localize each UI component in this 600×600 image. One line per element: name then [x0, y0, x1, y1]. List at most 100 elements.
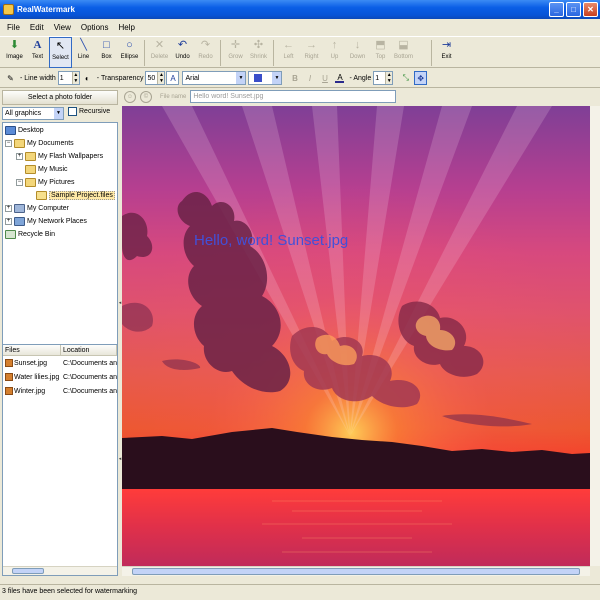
arrow-up-icon: ↑: [331, 39, 338, 51]
close-button[interactable]: ✕: [583, 2, 598, 17]
text-a-icon: A: [33, 39, 42, 51]
line-button[interactable]: ╲ Line: [72, 37, 95, 68]
expand-icon[interactable]: +: [5, 204, 12, 212]
insert-filename-icon[interactable]: ☺: [124, 90, 136, 103]
box-button[interactable]: □ Box: [95, 37, 118, 68]
expand-icon[interactable]: +: [16, 152, 23, 160]
delete-x-icon: ✕: [154, 39, 165, 51]
file-row[interactable]: Water lilies.jpg C:\Documents and: [3, 370, 117, 384]
maximize-button[interactable]: □: [566, 2, 581, 17]
italic-button[interactable]: I: [303, 71, 316, 85]
bring-top-icon: ⬒: [375, 39, 386, 51]
underline-button[interactable]: U: [318, 71, 331, 85]
toolbar-separator: [220, 40, 221, 66]
spinner-arrows-icon[interactable]: ▲ ▼: [71, 72, 79, 84]
network-icon: [14, 216, 25, 226]
menu-options[interactable]: Options: [76, 23, 114, 32]
watermark-text-bar: ☺ © File name: [122, 88, 600, 105]
preview-horizontal-scrollbar[interactable]: [122, 566, 590, 576]
font-color-button[interactable]: A: [333, 71, 346, 85]
scrollbar-thumb[interactable]: [12, 568, 44, 574]
menu-view[interactable]: View: [49, 23, 76, 32]
menu-bar: File Edit View Options Help: [0, 19, 600, 36]
angle-label: - Angle: [349, 74, 372, 82]
actual-size-button[interactable]: ✥: [414, 71, 428, 85]
font-color-swatch: [335, 80, 345, 83]
image-button[interactable]: ⬇ Image: [3, 37, 26, 68]
file-filter-select[interactable]: All graphics ▼: [2, 107, 64, 120]
top-button[interactable]: ⬒ Top: [369, 37, 392, 68]
font-size-select[interactable]: ▼: [248, 71, 283, 85]
menu-edit[interactable]: Edit: [25, 23, 49, 32]
tree-item-sample-project[interactable]: Sample Project.files: [36, 189, 115, 201]
transparency-spinner[interactable]: 50 ▲ ▼: [145, 71, 166, 85]
photo-preview[interactable]: Hello, word! Sunset.jpg: [122, 106, 590, 566]
spinner-arrows-icon[interactable]: ▲ ▼: [385, 72, 393, 84]
preview-vertical-scrollbar[interactable]: [590, 106, 600, 566]
fit-window-button[interactable]: ⤡: [399, 71, 412, 85]
chevron-down-icon[interactable]: ▼: [236, 72, 246, 84]
right-button[interactable]: → Right: [300, 37, 323, 68]
collapse-icon[interactable]: −: [16, 178, 23, 186]
tree-item-flash-wallpapers[interactable]: + My Flash Wallpapers: [16, 150, 103, 162]
pictures-folder-icon: [25, 177, 36, 187]
spinner-arrows-icon[interactable]: ▲ ▼: [157, 72, 165, 84]
music-folder-icon: [25, 164, 36, 174]
left-button[interactable]: ← Left: [277, 37, 300, 68]
ellipse-button[interactable]: ○ Ellipse: [118, 37, 141, 68]
watermark-text[interactable]: Hello, word! Sunset.jpg: [194, 232, 348, 249]
collapse-icon[interactable]: −: [5, 139, 12, 147]
line-width-spinner[interactable]: 1 ▲ ▼: [57, 71, 80, 85]
minimize-button[interactable]: _: [549, 2, 564, 17]
text-button[interactable]: A Text: [26, 37, 49, 68]
file-row[interactable]: Sunset.jpg C:\Documents and: [3, 356, 117, 370]
menu-file[interactable]: File: [2, 23, 25, 32]
grow-icon: ✛: [230, 39, 241, 51]
undo-button[interactable]: ↶ Undo: [171, 37, 194, 68]
font-dialog-button[interactable]: A: [166, 71, 180, 85]
scrollbar-thumb[interactable]: [132, 568, 580, 575]
recursive-checkbox-row[interactable]: Recursive: [68, 107, 110, 116]
menu-help[interactable]: Help: [113, 23, 139, 32]
chevron-down-icon[interactable]: ▼: [54, 108, 63, 119]
toolbar-separator: [144, 40, 145, 66]
tree-item-my-music[interactable]: My Music: [25, 163, 68, 175]
recursive-checkbox[interactable]: [68, 107, 77, 116]
tree-item-my-pictures[interactable]: − My Pictures: [16, 176, 75, 188]
file-name-button[interactable]: File name: [160, 94, 186, 100]
files-list: Files Location Sunset.jpg C:\Documents a…: [2, 344, 118, 576]
folder-icon: [25, 151, 36, 161]
tree-item-desktop[interactable]: Desktop: [5, 124, 44, 136]
location-column-header[interactable]: Location: [61, 345, 117, 355]
pen-icon: ✎: [7, 73, 14, 83]
down-button[interactable]: ↓ Down: [346, 37, 369, 68]
insert-date-icon[interactable]: ©: [140, 90, 152, 103]
redo-button[interactable]: ↷ Redo: [194, 37, 217, 68]
file-row[interactable]: Winter.jpg C:\Documents and: [3, 384, 117, 398]
app-icon: [3, 4, 14, 15]
delete-button[interactable]: ✕ Delete: [148, 37, 171, 68]
arrow-left-icon: ←: [283, 39, 294, 51]
files-horizontal-scrollbar[interactable]: [3, 566, 117, 575]
tree-item-recycle-bin[interactable]: Recycle Bin: [5, 228, 55, 240]
bottom-button[interactable]: ⬓ Bottom: [392, 37, 415, 68]
up-button[interactable]: ↑ Up: [323, 37, 346, 68]
tree-item-my-documents[interactable]: − My Documents: [5, 137, 74, 149]
desktop-icon: [5, 125, 16, 135]
grow-button[interactable]: ✛ Grow: [224, 37, 247, 68]
files-column-header[interactable]: Files: [3, 345, 61, 355]
bold-button[interactable]: B: [288, 71, 301, 85]
select-folder-button[interactable]: Select a photo folder: [2, 90, 118, 105]
recursive-label: Recursive: [79, 108, 111, 115]
chevron-down-icon[interactable]: ▼: [272, 72, 282, 84]
exit-button[interactable]: ⇥ Exit: [435, 37, 458, 68]
watermark-text-input[interactable]: [190, 90, 397, 103]
shrink-button[interactable]: ✣ Shrink: [247, 37, 270, 68]
font-select[interactable]: Arial ▼: [182, 71, 247, 85]
expand-icon[interactable]: +: [5, 217, 12, 225]
angle-spinner[interactable]: 1 ▲ ▼: [373, 71, 394, 85]
jpg-file-icon: [5, 373, 13, 381]
tree-item-network-places[interactable]: + My Network Places: [5, 215, 87, 227]
select-button[interactable]: ↖ Select: [49, 37, 72, 68]
tree-item-my-computer[interactable]: + My Computer: [5, 202, 69, 214]
